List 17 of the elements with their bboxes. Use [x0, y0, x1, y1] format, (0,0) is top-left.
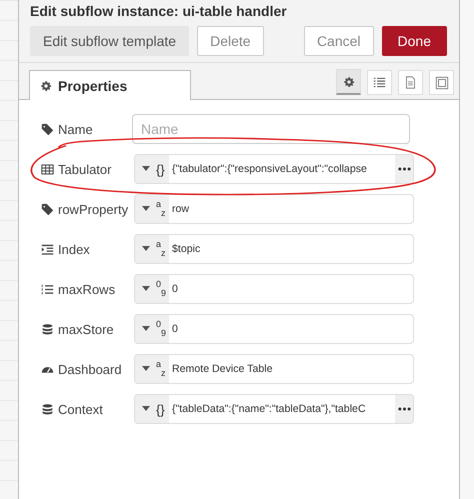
done-button[interactable]: Done [382, 26, 447, 56]
field-label: rowProperty [58, 202, 128, 216]
field-label: maxRows [58, 282, 116, 296]
field-label: Tabulator [58, 162, 112, 176]
field-label: Context [58, 402, 103, 416]
name-input[interactable]: Name [132, 114, 410, 144]
typed-input[interactable]: {} {"tableData":{"name":"tableData"},"tableC [134, 394, 414, 424]
typed-input[interactable]: {} {"tabulator":{"responsiveLayout":"collapse [134, 154, 414, 184]
properties-tab[interactable]: Properties [29, 70, 191, 100]
field-label: maxStore [58, 322, 114, 336]
edit-template-button[interactable]: Edit subflow template [30, 26, 190, 56]
delete-button[interactable]: Delete [197, 26, 264, 56]
cancel-button[interactable]: Cancel [304, 26, 374, 56]
dialog-title: Edit subflow instance: ui-table handler [30, 3, 288, 19]
field-label: Dashboard [58, 362, 122, 376]
field-label: Name [58, 122, 93, 136]
field-label: Index [58, 242, 90, 256]
